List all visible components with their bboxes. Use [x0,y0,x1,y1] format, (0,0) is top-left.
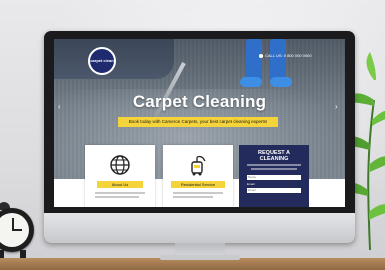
phone-icon [259,53,263,58]
globe-icon [110,155,130,175]
card-label-residential-service: Residential Service [171,181,225,188]
site-logo[interactable]: carpet clean [88,47,116,75]
card-residential-service[interactable]: Residential Service [163,145,233,207]
hero-tagline: Book today with Cameron Carpets, your be… [118,117,278,127]
phone-number[interactable]: CALL US: 0 800 000 0000 [259,53,312,58]
card-text-line [173,192,223,194]
website-screen: carpet clean CALL US: 0 800 000 0000 ‹ ›… [54,39,345,207]
request-cleaning-form: REQUEST A CLEANING Name Email Email [239,145,309,207]
email-field[interactable]: Email [247,188,301,193]
form-description-line [247,164,301,166]
cleaner-photo [236,39,296,91]
name-field[interactable]: Name [247,175,301,180]
vacuum-icon [191,155,206,176]
card-text-line [173,196,213,198]
monitor-stand-base [160,255,240,260]
card-label-about-us: About Us [97,181,143,188]
alarm-clock [0,202,38,258]
email-field-label: Email [247,182,255,186]
request-form-title: REQUEST A CLEANING [243,150,305,162]
form-description-line [251,168,297,170]
hero-title: Carpet Cleaning [132,92,267,111]
card-text-line [95,196,139,198]
monitor-chin [44,213,355,243]
card-about-us[interactable]: About Us [85,145,155,207]
request-title-line2: CLEANING [259,156,289,162]
phone-text: CALL US: 0 800 000 0000 [265,53,312,58]
card-text-line [95,192,145,194]
